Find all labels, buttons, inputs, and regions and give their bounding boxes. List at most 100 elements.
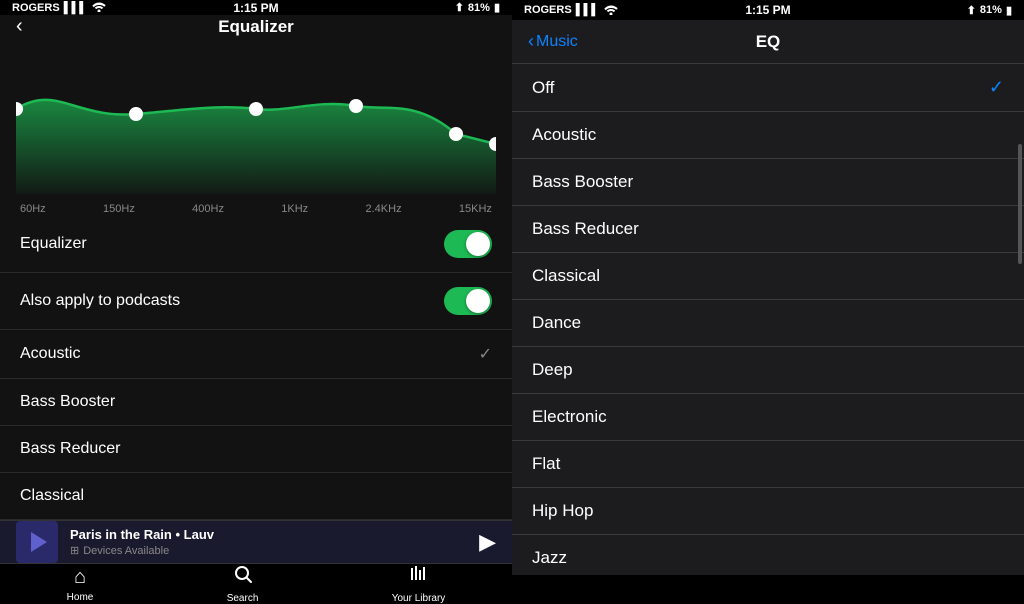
left-signal-icon: ▌▌▌ [64,2,87,14]
album-art [16,521,58,563]
ios-item-bass-booster[interactable]: Bass Booster [512,159,1024,206]
left-wifi-icon [91,0,107,15]
ios-item-bass-reducer-label: Bass Reducer [532,219,639,239]
ios-item-dance[interactable]: Dance [512,300,1024,347]
ios-back-chevron: ‹ [528,31,534,52]
preset-row-acoustic[interactable]: Acoustic ✓ [0,330,512,379]
ios-item-flat[interactable]: Flat [512,441,1024,488]
now-playing-title-text: Paris in the Rain [70,527,172,542]
ios-nav-title: EQ [756,32,781,52]
ios-item-off[interactable]: Off ✓ [512,64,1024,112]
equalizer-label: Equalizer [20,235,87,253]
left-location-icon: ⬆ [455,1,464,14]
now-playing-title: Paris in the Rain • Lauv [70,527,467,542]
right-time: 1:15 PM [745,3,790,17]
freq-150hz: 150Hz [103,203,135,215]
eq-chart-svg [16,54,496,194]
ios-item-bass-booster-label: Bass Booster [532,172,633,192]
now-playing-subtitle: ⊞ Devices Available [70,544,467,557]
ios-item-electronic-label: Electronic [532,407,607,427]
left-nav-title: Equalizer [218,17,294,37]
ios-item-acoustic-label: Acoustic [532,125,596,145]
preset-acoustic-check: ✓ [479,344,492,364]
now-playing-info: Paris in the Rain • Lauv ⊞ Devices Avail… [70,527,467,557]
preset-acoustic-label: Acoustic [20,345,80,363]
nav-library[interactable]: Your Library [392,564,446,604]
left-status-bar: ROGERS ▌▌▌ 1:15 PM ⬆ 81% ▮ [0,0,512,15]
right-wifi-icon [603,3,619,18]
freq-400hz: 400Hz [192,203,224,215]
left-back-button[interactable]: ‹ [16,15,23,38]
search-icon [233,564,253,590]
right-status-right: ⬆ 81% ▮ [967,4,1012,17]
ios-back-button[interactable]: ‹ Music [528,31,578,52]
left-carrier: ROGERS [12,2,60,14]
preset-row-bass-reducer[interactable]: Bass Reducer [0,426,512,473]
left-status-left: ROGERS ▌▌▌ [12,0,107,15]
now-playing-bar: Paris in the Rain • Lauv ⊞ Devices Avail… [0,520,512,563]
equalizer-toggle[interactable] [444,230,492,258]
ios-item-dance-label: Dance [532,313,581,333]
freq-1khz: 1KHz [281,203,308,215]
podcasts-label: Also apply to podcasts [20,292,180,310]
freq-2-4khz: 2.4KHz [366,203,402,215]
podcasts-toggle[interactable] [444,287,492,315]
ios-item-hip-hop[interactable]: Hip Hop [512,488,1024,535]
freq-15khz: 15KHz [459,203,492,215]
search-label: Search [227,593,259,604]
freq-labels: 60Hz 150Hz 400Hz 1KHz 2.4KHz 15KHz [16,199,496,215]
equalizer-toggle-knob [466,232,490,256]
now-playing-separator: • [176,527,184,542]
podcasts-toggle-knob [466,289,490,313]
ios-item-bass-reducer[interactable]: Bass Reducer [512,206,1024,253]
ios-item-deep-label: Deep [532,360,573,380]
equalizer-toggle-row[interactable]: Equalizer [0,216,512,273]
right-location-icon: ⬆ [967,4,976,17]
scrollbar [1018,144,1022,264]
left-time: 1:15 PM [233,1,278,15]
library-icon [409,564,429,590]
preset-bass-reducer-label: Bass Reducer [20,440,121,458]
right-battery-icon: ▮ [1006,4,1012,17]
now-playing-artist: Lauv [184,527,214,542]
ios-item-electronic[interactable]: Electronic [512,394,1024,441]
play-button[interactable]: ▶ [479,529,496,555]
ios-item-classical[interactable]: Classical [512,253,1024,300]
left-nav-bar: ‹ Equalizer [0,15,512,38]
home-label: Home [67,592,94,603]
ios-item-flat-label: Flat [532,454,560,474]
right-signal-icon: ▌▌▌ [576,4,599,16]
ios-item-off-label: Off [532,78,554,98]
preset-classical-label: Classical [20,487,84,505]
ios-item-jazz[interactable]: Jazz [512,535,1024,575]
right-status-bar: ROGERS ▌▌▌ 1:15 PM ⬆ 81% ▮ [512,0,1024,20]
ios-item-hip-hop-label: Hip Hop [532,501,593,521]
preset-row-classical[interactable]: Classical [0,473,512,520]
right-carrier: ROGERS [524,4,572,16]
spotify-equalizer-panel: ROGERS ▌▌▌ 1:15 PM ⬆ 81% ▮ ‹ Equalizer [0,0,512,575]
left-status-right: ⬆ 81% ▮ [455,1,500,14]
ios-item-deep[interactable]: Deep [512,347,1024,394]
right-status-left: ROGERS ▌▌▌ [524,3,619,18]
nav-search[interactable]: Search [227,564,259,604]
left-battery: 81% [468,2,490,14]
ios-eq-list: Off ✓ Acoustic Bass Booster Bass Reducer… [512,64,1024,575]
devices-icon: ⊞ [70,544,79,557]
left-battery-icon: ▮ [494,1,500,14]
ios-back-label: Music [536,33,578,51]
preset-bass-booster-label: Bass Booster [20,393,115,411]
ios-item-acoustic[interactable]: Acoustic [512,112,1024,159]
home-icon: ⌂ [74,566,86,589]
ios-item-off-check: ✓ [989,77,1004,98]
library-label: Your Library [392,593,446,604]
settings-list: Equalizer Also apply to podcasts Acousti… [0,216,512,520]
ios-eq-panel: ROGERS ▌▌▌ 1:15 PM ⬆ 81% ▮ ‹ Music EQ Of… [512,0,1024,575]
eq-chart-area[interactable]: 60Hz 150Hz 400Hz 1KHz 2.4KHz 15KHz [0,38,512,208]
preset-row-bass-booster[interactable]: Bass Booster [0,379,512,426]
freq-60hz: 60Hz [20,203,46,215]
ios-item-jazz-label: Jazz [532,548,567,568]
nav-home[interactable]: ⌂ Home [67,566,94,603]
bottom-nav: ⌂ Home Search Your Library [0,563,512,604]
podcasts-toggle-row[interactable]: Also apply to podcasts [0,273,512,330]
ios-nav-bar: ‹ Music EQ [512,20,1024,64]
